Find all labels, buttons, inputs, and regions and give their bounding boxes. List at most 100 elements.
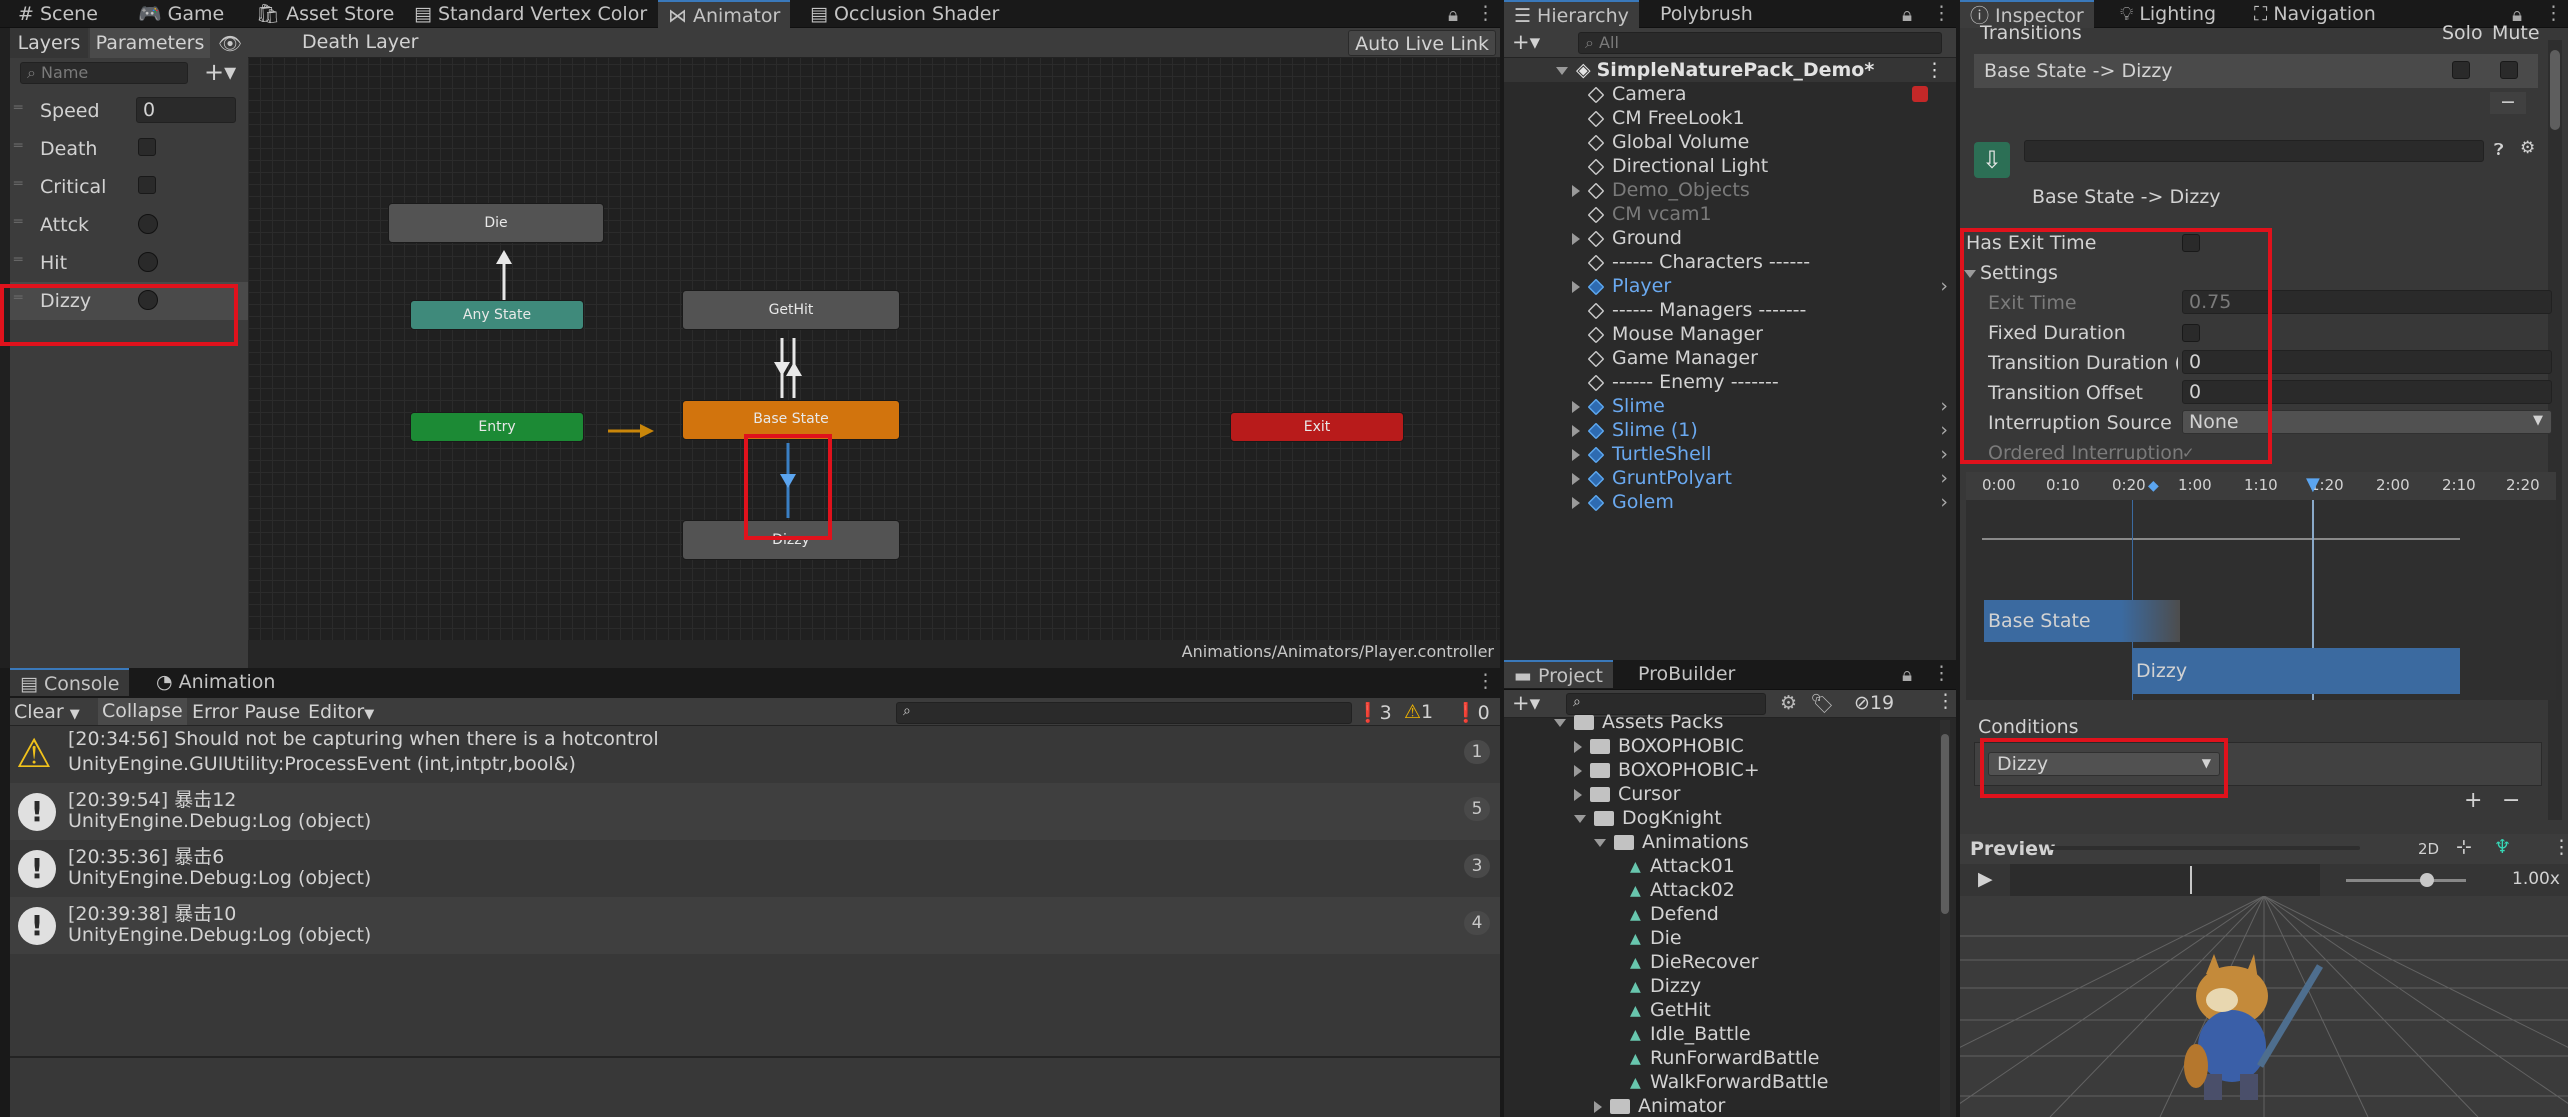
log-entry[interactable]: ! [20:35:36] 暴击6 UnityEngine.Debug:Log (… xyxy=(10,840,1500,897)
transition-duration-input[interactable]: 0 xyxy=(2182,350,2552,374)
error-pause-button[interactable]: Error Pause xyxy=(192,701,300,723)
editor-dropdown[interactable]: Editor▼ xyxy=(308,701,374,723)
tab-lighting[interactable]: 💡︎ Lighting xyxy=(2110,0,2226,28)
fold-open-icon[interactable] xyxy=(1554,718,1566,727)
parameter-float-input[interactable]: 0 xyxy=(136,97,236,123)
parameter-trigger-radio[interactable] xyxy=(138,214,158,234)
drag-handle-icon[interactable]: ═ xyxy=(14,214,22,230)
create-button[interactable]: +▾ xyxy=(1512,30,1540,54)
speed-slider[interactable] xyxy=(2346,879,2466,882)
hierarchy-item[interactable]: Slime (1) › xyxy=(1504,418,1956,442)
kebab-menu-icon[interactable]: ⋮ xyxy=(2552,836,2568,858)
kebab-menu-icon[interactable]: ⋮ xyxy=(1925,58,1944,82)
parameter-row-speed[interactable]: ═ Speed 0 xyxy=(10,92,248,130)
fold-closed-icon[interactable] xyxy=(1572,424,1580,437)
playhead-marker-icon[interactable]: ▼ xyxy=(2306,474,2320,495)
drag-handle-icon[interactable]: ═ xyxy=(14,176,22,192)
interruption-source-dropdown[interactable]: None ▼ xyxy=(2182,410,2552,434)
project-item[interactable]: Cursor xyxy=(1504,782,1934,806)
state-base-state[interactable]: Base State xyxy=(682,400,900,440)
transition-name-input[interactable] xyxy=(2024,140,2484,162)
drag-handle-icon[interactable]: ═ xyxy=(14,252,22,268)
tab-probuilder[interactable]: ProBuilder xyxy=(1628,660,1745,688)
project-item[interactable]: ▲ RunForwardBattle xyxy=(1504,1046,1934,1070)
lock-icon[interactable]: 🔒︎ xyxy=(1902,4,1912,26)
transition-offset-input[interactable]: 0 xyxy=(2182,380,2552,404)
fold-closed-icon[interactable] xyxy=(1572,400,1580,413)
settings-gear-icon[interactable]: ⚙ xyxy=(2520,138,2535,158)
drag-handle-icon[interactable]: ═ xyxy=(14,290,22,306)
preview-2d-toggle[interactable]: 2D xyxy=(2418,840,2439,858)
chevron-right-icon[interactable]: › xyxy=(1940,274,1948,298)
parameter-bool-checkbox[interactable] xyxy=(138,176,156,194)
tab-animation[interactable]: ◔ Animation xyxy=(146,668,285,696)
fold-closed-icon[interactable] xyxy=(1574,788,1582,801)
kebab-menu-icon[interactable]: ⋮ xyxy=(1932,2,1951,24)
log-entry[interactable]: ! [20:39:54] 暴击12 UnityEngine.Debug:Log … xyxy=(10,783,1500,840)
project-item[interactable]: ▲ WalkForwardBattle xyxy=(1504,1070,1934,1094)
hierarchy-item[interactable]: Player › xyxy=(1504,274,1956,298)
project-item[interactable]: DogKnight xyxy=(1504,806,1934,830)
tab-console[interactable]: ▤ Console xyxy=(10,668,130,696)
warning-count-toggle[interactable]: ⚠1 xyxy=(1404,701,1433,723)
state-dizzy[interactable]: Dizzy xyxy=(682,520,900,560)
parameter-search-input[interactable]: ⌕ Name xyxy=(20,62,188,84)
project-item[interactable]: Assets Packs xyxy=(1504,710,1934,734)
fold-closed-icon[interactable] xyxy=(1572,448,1580,461)
hierarchy-item[interactable]: Global Volume xyxy=(1504,130,1956,154)
solo-checkbox[interactable] xyxy=(2452,61,2470,79)
hierarchy-item[interactable]: Directional Light xyxy=(1504,154,1956,178)
parameter-row-attck[interactable]: ═ Attck xyxy=(10,206,248,244)
tab-navigation[interactable]: ⛶ Navigation xyxy=(2244,0,2386,28)
project-item[interactable]: ▲ Dizzy xyxy=(1504,974,1934,998)
chevron-right-icon[interactable]: › xyxy=(1940,418,1948,442)
animator-graph[interactable]: Death Layer Auto Live Link Die Any State… xyxy=(248,28,1500,668)
log-entry[interactable]: ⚠ [20:34:56] Should not be capturing whe… xyxy=(10,726,1500,783)
transition-timeline[interactable]: 0:00 0:10 0:20 1:00 1:10 1:20 2:00 2:10 … xyxy=(1966,472,2556,700)
parameter-trigger-radio[interactable] xyxy=(138,252,158,272)
state-die[interactable]: Die xyxy=(388,203,604,243)
hierarchy-item[interactable]: Golem › xyxy=(1504,490,1956,514)
tab-occlusion-shader[interactable]: ▤ Occlusion Shader xyxy=(800,0,1009,28)
preview-viewport[interactable] xyxy=(1960,896,2568,1117)
state-any-state[interactable]: Any State xyxy=(410,300,584,330)
project-item[interactable]: ▲ Defend xyxy=(1504,902,1934,926)
fold-closed-icon[interactable] xyxy=(1572,496,1580,509)
speed-slider-thumb[interactable] xyxy=(2420,873,2434,887)
fold-open-icon[interactable] xyxy=(1594,838,1606,847)
chevron-right-icon[interactable]: › xyxy=(1940,490,1948,514)
lock-icon[interactable]: 🔒︎ xyxy=(1448,4,1458,26)
chevron-right-icon[interactable]: › xyxy=(1940,442,1948,466)
fold-closed-icon[interactable] xyxy=(1572,472,1580,485)
parameter-row-critical[interactable]: ═ Critical xyxy=(10,168,248,206)
play-icon[interactable]: ▶ xyxy=(1978,868,1993,890)
fold-closed-icon[interactable] xyxy=(1594,1100,1602,1113)
add-parameter-button[interactable]: +▾ xyxy=(204,58,236,86)
state-exit[interactable]: Exit xyxy=(1230,412,1404,442)
parameter-row-dizzy[interactable]: ═ Dizzy xyxy=(10,282,248,320)
hierarchy-item[interactable]: Demo_Objects xyxy=(1504,178,1956,202)
hierarchy-item[interactable]: Camera xyxy=(1504,82,1956,106)
parameter-row-death[interactable]: ═ Death xyxy=(10,130,248,168)
log-entry[interactable]: ! [20:39:38] 暴击10 UnityEngine.Debug:Log … xyxy=(10,897,1500,954)
tab-layers[interactable]: Layers xyxy=(10,28,88,58)
hierarchy-item[interactable]: Ground xyxy=(1504,226,1956,250)
hierarchy-item[interactable]: CM FreeLook1 xyxy=(1504,106,1956,130)
fold-closed-icon[interactable] xyxy=(1572,232,1580,245)
kebab-menu-icon[interactable]: ⋮ xyxy=(1476,2,1495,24)
tab-asset-store[interactable]: 🛍 Asset Store xyxy=(246,0,404,28)
hierarchy-item[interactable]: Game Manager xyxy=(1504,346,1956,370)
project-item[interactable]: ▲ DieRecover xyxy=(1504,950,1934,974)
tab-scene[interactable]: # Scene xyxy=(8,0,108,28)
chevron-right-icon[interactable]: › xyxy=(1940,466,1948,490)
fold-open-icon[interactable] xyxy=(1574,814,1586,823)
scrollbar-thumb[interactable] xyxy=(2550,50,2560,130)
project-item[interactable]: Animator xyxy=(1504,1094,1934,1117)
info-count-toggle[interactable]: ❗3 xyxy=(1356,701,1392,724)
drag-handle-icon[interactable]: ═ xyxy=(14,100,22,116)
state-entry[interactable]: Entry xyxy=(410,412,584,442)
fold-closed-icon[interactable] xyxy=(1574,764,1582,777)
tab-parameters[interactable]: Parameters xyxy=(90,28,210,58)
collapse-button[interactable]: Collapse xyxy=(98,698,187,725)
fold-closed-icon[interactable] xyxy=(1572,280,1580,293)
